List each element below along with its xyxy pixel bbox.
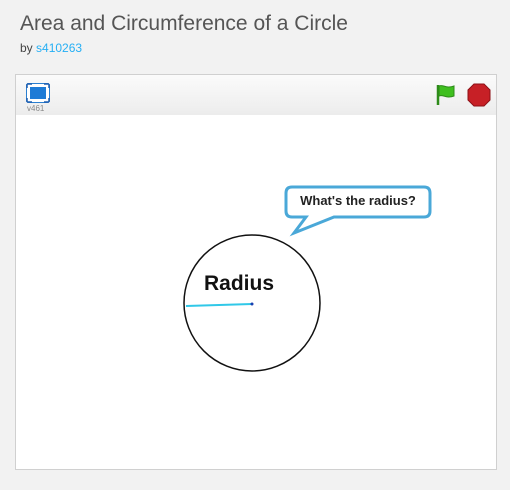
scratch-player: v461 What's the radius? Radius <box>15 74 497 470</box>
player-version: v461 <box>27 104 45 113</box>
player-toolbar: v461 <box>16 75 496 116</box>
project-header: Area and Circumference of a Circle by s4… <box>0 0 510 70</box>
project-title: Area and Circumference of a Circle <box>20 12 348 35</box>
stop-sign-icon[interactable] <box>467 83 491 107</box>
center-point <box>250 302 254 306</box>
page-footer-strip <box>0 476 510 490</box>
speech-bubble-text: What's the radius? <box>300 193 416 208</box>
stage[interactable]: What's the radius? Radius <box>16 115 496 469</box>
byline-prefix: by <box>20 41 33 55</box>
green-flag-icon[interactable] <box>434 83 458 107</box>
fullscreen-icon[interactable] <box>26 83 50 103</box>
radius-label: Radius <box>204 272 275 295</box>
project-byline: by s410263 <box>20 41 82 55</box>
author-link[interactable]: s410263 <box>36 41 82 55</box>
